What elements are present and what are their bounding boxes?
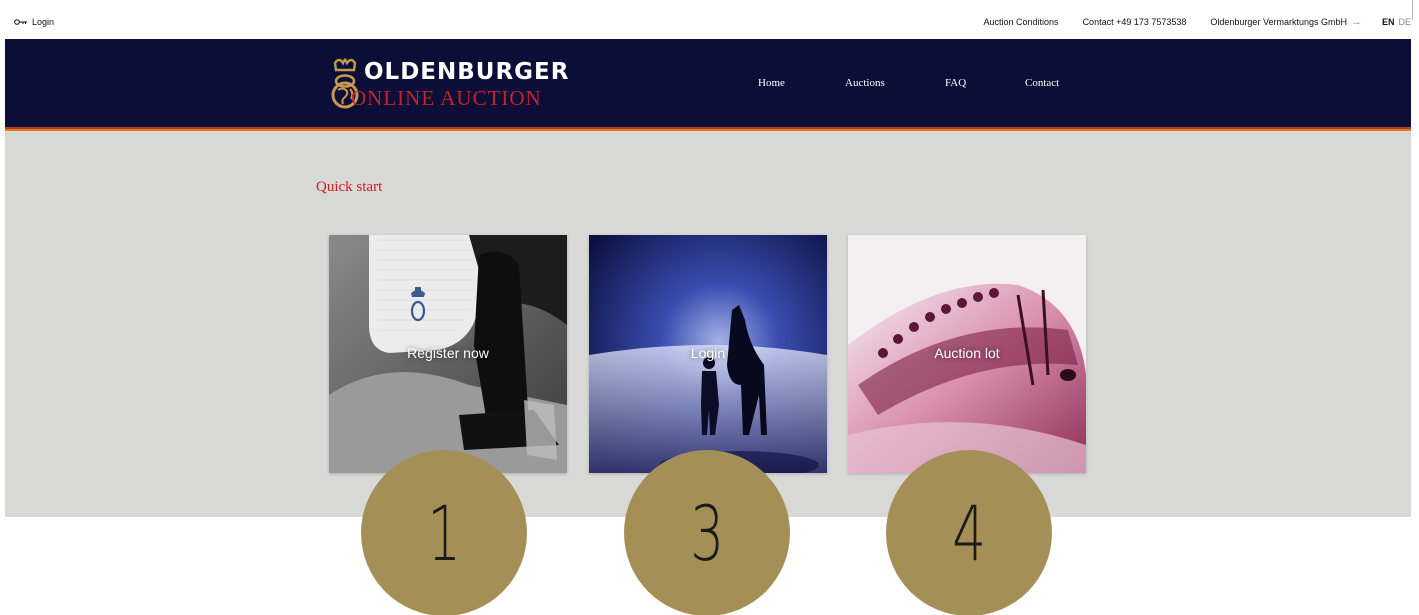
nav-contact[interactable]: Contact xyxy=(1025,77,1059,89)
company-link[interactable]: Oldenburger Vermarktungs GmbH → xyxy=(1210,15,1362,28)
top-login-label: Login xyxy=(32,17,55,27)
card-login[interactable]: Login xyxy=(589,235,827,473)
top-right-links: Auction Conditions Contact +49 173 75735… xyxy=(984,15,1411,28)
key-icon xyxy=(14,18,28,26)
nav-faq[interactable]: FAQ xyxy=(945,77,966,89)
step-badge-3-number: 3 xyxy=(690,488,724,578)
auction-conditions-link[interactable]: Auction Conditions xyxy=(984,17,1059,27)
company-link-label: Oldenburger Vermarktungs GmbH xyxy=(1210,17,1347,27)
arrow-right-icon: → xyxy=(1350,15,1362,28)
card-auction-lot[interactable]: Auction lot xyxy=(848,235,1086,473)
step-badge-3: 3 xyxy=(624,450,790,615)
card-register[interactable]: Register now xyxy=(329,235,567,473)
lang-en[interactable]: EN xyxy=(1382,17,1395,27)
main-nav: Home Auctions FAQ Contact xyxy=(5,39,1411,127)
step-badge-4: 4 xyxy=(886,450,1052,615)
nav-auctions[interactable]: Auctions xyxy=(845,77,885,89)
lang-de[interactable]: DE xyxy=(1398,17,1411,27)
top-login-link[interactable]: Login xyxy=(14,17,54,27)
scrollbar-edge xyxy=(1412,0,1413,20)
nav-home[interactable]: Home xyxy=(758,77,785,89)
step-badge-1-number: 1 xyxy=(427,488,461,578)
language-switcher: EN DE xyxy=(1382,17,1411,27)
card-auction-lot-label: Auction lot xyxy=(934,345,1000,361)
card-login-label: Login xyxy=(690,345,726,361)
top-utility-bar: Login Auction Conditions Contact +49 173… xyxy=(0,0,1419,39)
card-register-label: Register now xyxy=(407,345,489,361)
quickstart-title: Quick start xyxy=(316,179,383,195)
site-header: OLDENBURGER ONLINE AUCTION Home Auctions… xyxy=(5,39,1411,127)
step-badge-4-number: 4 xyxy=(952,488,986,578)
step-badge-1: 1 xyxy=(361,450,527,615)
contact-phone-link[interactable]: Contact +49 173 7573538 xyxy=(1083,17,1187,27)
